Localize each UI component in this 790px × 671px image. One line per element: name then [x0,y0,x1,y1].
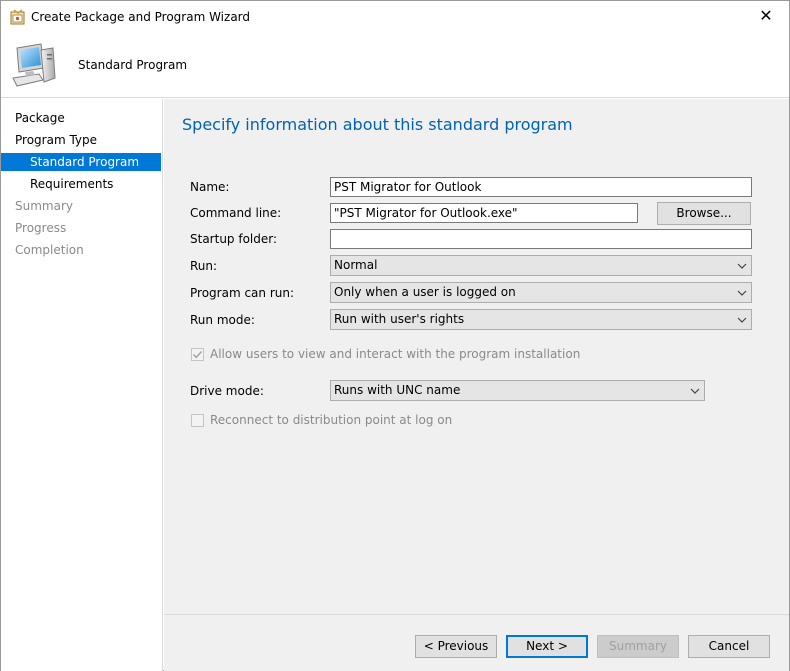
previous-button[interactable]: < Previous [415,635,497,658]
drive-mode-select[interactable]: Runs with UNC name [330,380,705,401]
nav-item-requirements[interactable]: Requirements [1,175,161,193]
close-icon: ✕ [759,6,773,25]
drive-mode-label: Drive mode: [190,384,264,398]
wizard-nav: Package Program Type Standard Program Re… [1,99,163,671]
program-can-run-label: Program can run: [190,286,295,300]
browse-button[interactable]: Browse... [657,202,751,225]
chevron-down-icon [690,388,700,394]
reconnect-checkbox [191,414,204,427]
run-mode-select[interactable]: Run with user's rights [330,309,752,330]
cancel-button[interactable]: Cancel [688,635,770,658]
computer-icon [11,42,61,90]
nav-item-package[interactable]: Package [1,109,161,127]
command-line-label: Command line: [190,206,282,220]
reconnect-label: Reconnect to distribution point at log o… [210,413,453,427]
nav-item-summary: Summary [15,199,73,213]
next-button[interactable]: Next > [506,635,588,658]
title-bar: Create Package and Program Wizard ✕ [1,1,789,32]
drive-mode-value: Runs with UNC name [334,383,461,397]
startup-folder-label: Startup folder: [190,232,278,246]
chevron-down-icon [737,317,747,323]
command-line-input[interactable]: "PST Migrator for Outlook.exe" [330,203,638,223]
nav-item-progress: Progress [15,221,67,235]
name-label: Name: [190,180,230,194]
program-can-run-value: Only when a user is logged on [334,285,516,299]
allow-interact-label: Allow users to view and interact with th… [210,347,581,361]
run-select[interactable]: Normal [330,255,752,276]
run-mode-value: Run with user's rights [334,312,465,326]
run-mode-label: Run mode: [190,313,255,327]
window-title: Create Package and Program Wizard [31,10,251,24]
reconnect-checkbox-row: Reconnect to distribution point at log o… [191,413,491,429]
summary-button: Summary [597,635,679,658]
chevron-down-icon [737,290,747,296]
wizard-header: Standard Program [1,32,789,98]
run-label: Run: [190,259,218,273]
wizard-app-icon [10,9,26,25]
wizard-content: Specify information about this standard … [164,99,789,671]
name-input[interactable]: PST Migrator for Outlook [330,177,752,197]
close-button[interactable]: ✕ [743,1,789,31]
allow-interact-checkbox [191,348,204,361]
program-can-run-select[interactable]: Only when a user is logged on [330,282,752,303]
allow-interact-checkbox-row: Allow users to view and interact with th… [191,347,591,363]
nav-item-completion: Completion [15,243,84,257]
chevron-down-icon [737,263,747,269]
checkmark-icon [193,351,203,359]
wizard-window: Create Package and Program Wizard ✕ Stan… [0,0,790,671]
nav-item-standard-program[interactable]: Standard Program [1,153,161,171]
header-title: Standard Program [78,58,188,72]
page-heading: Specify information about this standard … [182,115,573,134]
nav-item-program-type[interactable]: Program Type [1,131,161,149]
startup-folder-input[interactable] [330,229,752,249]
footer-divider [164,614,789,615]
run-select-value: Normal [334,258,378,272]
